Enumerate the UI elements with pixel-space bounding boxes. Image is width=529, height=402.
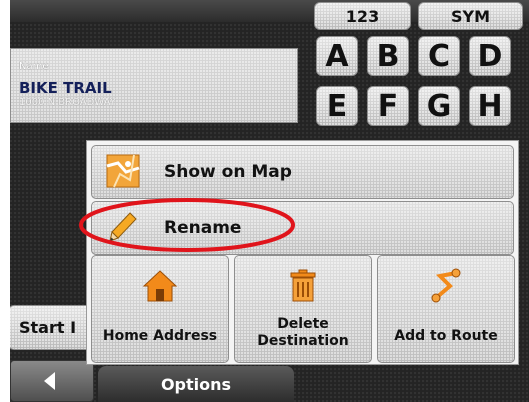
- home-address-label: Home Address: [102, 328, 218, 344]
- name-label: Name: [19, 61, 49, 72]
- house-icon: [142, 270, 178, 302]
- delete-label-line1: Delete: [277, 316, 329, 332]
- map-icon: [106, 154, 140, 188]
- delete-destination-label: Delete Destination: [235, 316, 371, 350]
- delete-destination-button[interactable]: Delete Destination: [234, 255, 372, 363]
- key-h[interactable]: H: [469, 86, 511, 126]
- show-on-map-label: Show on Map: [164, 162, 292, 182]
- delete-label-line2: Destination: [257, 333, 349, 349]
- back-button[interactable]: [10, 360, 94, 402]
- numbers-mode-button[interactable]: 123: [314, 2, 411, 30]
- destination-name: BIKE TRAIL: [19, 79, 112, 97]
- route-icon: [431, 268, 461, 303]
- key-g[interactable]: G: [418, 86, 460, 126]
- key-e[interactable]: E: [316, 86, 358, 126]
- key-b[interactable]: B: [367, 36, 409, 76]
- key-c[interactable]: C: [418, 36, 460, 76]
- home-address-button[interactable]: Home Address: [91, 255, 229, 363]
- add-to-route-label: Add to Route: [394, 328, 498, 344]
- trash-icon: [290, 269, 316, 302]
- symbols-mode-button[interactable]: SYM: [418, 2, 523, 30]
- add-to-route-button[interactable]: Add to Route: [377, 255, 515, 363]
- options-tab[interactable]: Options: [98, 366, 294, 402]
- name-field[interactable]: Name BIKE TRAIL 1000 N BROADWAY: [10, 48, 298, 123]
- show-on-map-item[interactable]: Show on Map: [91, 145, 514, 199]
- key-f[interactable]: F: [367, 86, 409, 126]
- destination-address: 1000 N BROADWAY: [19, 97, 116, 108]
- back-arrow-icon: [43, 372, 55, 390]
- key-d[interactable]: D: [469, 36, 511, 76]
- highlight-ring: [79, 198, 295, 252]
- key-a[interactable]: A: [316, 36, 358, 76]
